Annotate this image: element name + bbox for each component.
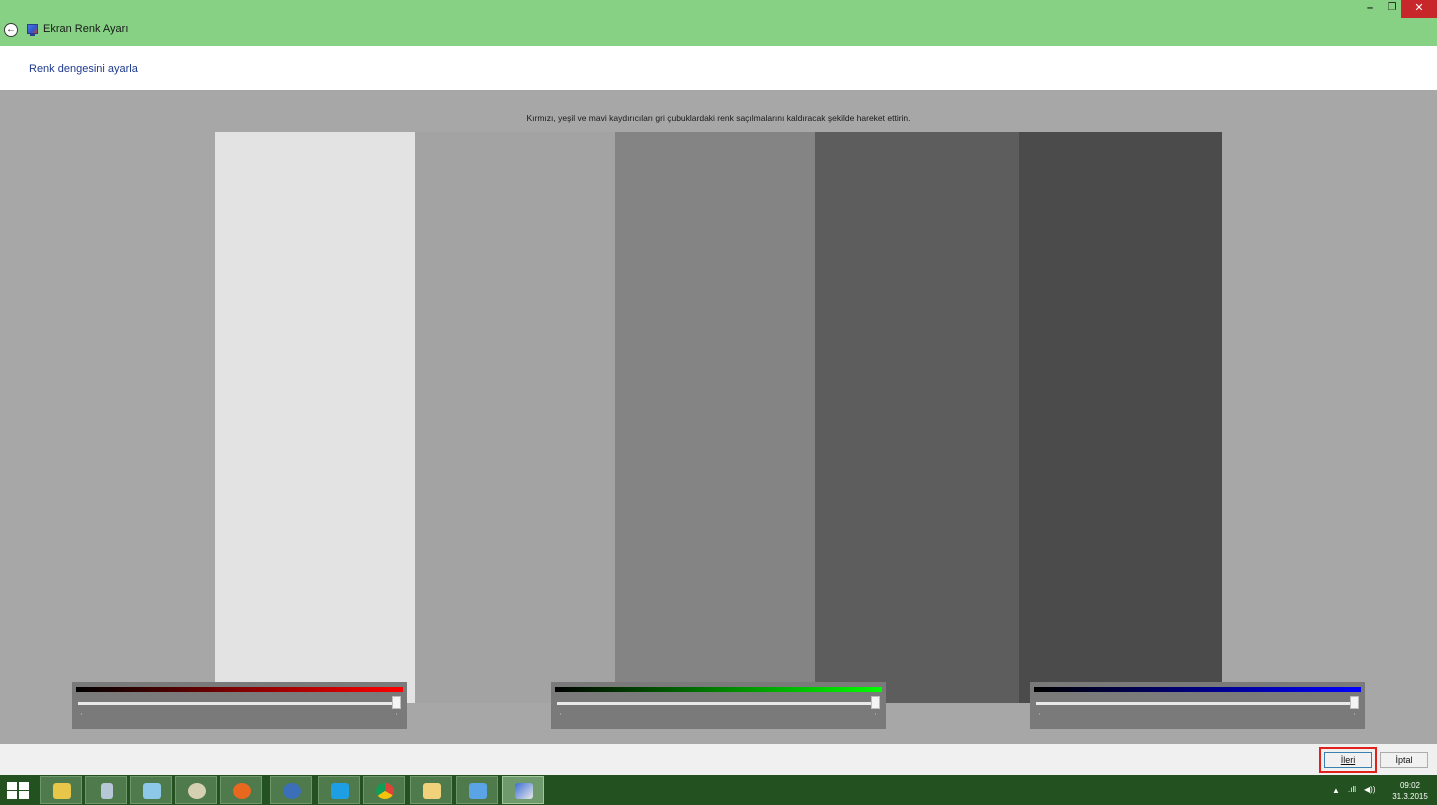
blue-slider-thumb[interactable] [1350, 696, 1359, 709]
restore-button[interactable]: ❐ [1383, 0, 1401, 18]
red-slider-thumb[interactable] [392, 696, 401, 709]
file-explorer-icon [423, 783, 441, 799]
page-title: Renk dengesini ayarla [29, 63, 138, 75]
firefox-icon [233, 783, 251, 799]
gray-bar-4 [815, 132, 1019, 703]
footer-bar: İleri İptal [0, 744, 1437, 775]
red-slider-track[interactable] [78, 702, 400, 705]
clock-time[interactable]: 09:02 [1388, 781, 1432, 790]
close-button[interactable]: ✕ [1401, 0, 1437, 18]
paint-icon [188, 783, 206, 799]
gray-bar-1 [215, 132, 415, 703]
blue-gradient-strip [1034, 687, 1361, 692]
taskbar: ▲ .ıll ◀)) 09:02 31.3.2015 [0, 775, 1437, 805]
slider-tick [875, 713, 876, 715]
show-hidden-icons-icon[interactable]: ▲ [1332, 786, 1340, 805]
color-balance-area: Kırmızı, yeşil ve mavi kaydırıcıları gri… [0, 90, 1437, 744]
notepad-icon [143, 783, 161, 799]
green-slider-track[interactable] [557, 702, 879, 705]
remote-desktop-icon [469, 783, 487, 799]
taskbar-remote-desktop[interactable] [456, 776, 498, 804]
window-title: Ekran Renk Ayarı [43, 23, 129, 35]
taskbar-notepad[interactable] [130, 776, 172, 804]
slider-tick [1354, 713, 1355, 715]
next-button[interactable]: İleri [1324, 752, 1372, 768]
display-color-app-icon [27, 24, 38, 36]
blue-slider-track[interactable] [1036, 702, 1358, 705]
taskbar-chrome[interactable] [363, 776, 405, 804]
taskbar-windows-explorer[interactable] [40, 776, 82, 804]
cancel-button[interactable]: İptal [1380, 752, 1428, 768]
start-windows-icon[interactable] [7, 782, 29, 799]
slider-tick [1039, 713, 1040, 715]
taskbar-thunderbird[interactable] [270, 776, 312, 804]
taskbar-file-explorer[interactable] [410, 776, 452, 804]
instruction-text: Kırmızı, yeşil ve mavi kaydırıcıları gri… [526, 113, 911, 123]
red-gradient-strip [76, 687, 403, 692]
network-signal-icon[interactable]: .ıll [1348, 785, 1356, 805]
skype-icon [331, 783, 349, 799]
taskbar-firefox[interactable] [220, 776, 262, 804]
slider-tick [81, 713, 82, 715]
color-calibration-icon [515, 783, 533, 799]
gray-bar-2 [415, 132, 615, 703]
green-gradient-strip [555, 687, 882, 692]
back-arrow-icon[interactable]: ← [4, 23, 18, 37]
taskbar-paint[interactable] [175, 776, 217, 804]
slider-tick [560, 713, 561, 715]
clock-date[interactable]: 31.3.2015 [1388, 792, 1432, 801]
chrome-icon [376, 783, 394, 799]
calculator-icon [101, 783, 113, 799]
green-slider-panel [551, 682, 886, 729]
slider-tick [396, 713, 397, 715]
gray-bar-3 [615, 132, 815, 703]
taskbar-color-calibration[interactable] [502, 776, 544, 804]
thunderbird-icon [283, 783, 301, 799]
taskbar-calculator[interactable] [85, 776, 127, 804]
red-slider-panel [72, 682, 407, 729]
title-bar: ← Ekran Renk Ayarı – ❐ ✕ [0, 0, 1437, 46]
minimize-button[interactable]: – [1357, 0, 1383, 18]
page-header: Renk dengesini ayarla [0, 46, 1437, 90]
windows-explorer-icon [53, 783, 71, 799]
gray-bar-5 [1019, 132, 1222, 703]
green-slider-thumb[interactable] [871, 696, 880, 709]
volume-icon[interactable]: ◀)) [1364, 785, 1375, 805]
blue-slider-panel [1030, 682, 1365, 729]
taskbar-skype[interactable] [318, 776, 360, 804]
